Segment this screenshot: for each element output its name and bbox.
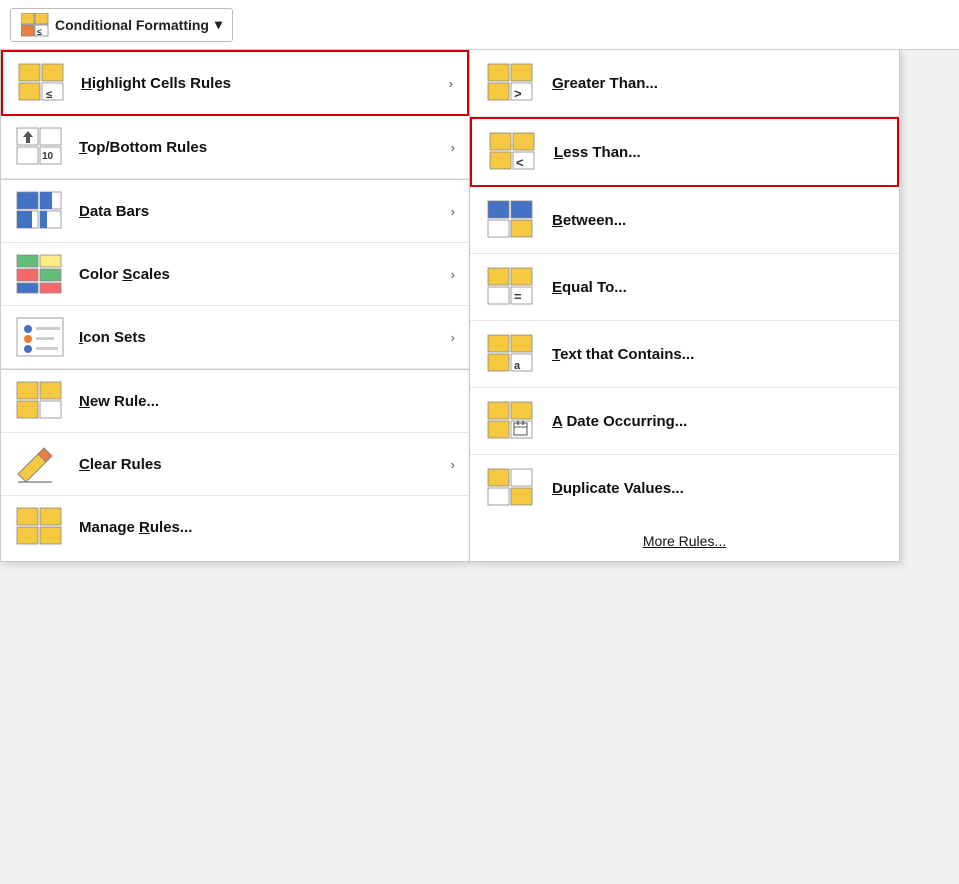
date-occurring-icon xyxy=(486,400,538,442)
left-menu-panel: ≤ Highlight Cells Rules › xyxy=(0,50,470,562)
data-bars-label: Data Bars xyxy=(79,203,149,220)
duplicate-values-icon xyxy=(486,467,538,509)
svg-text:≤: ≤ xyxy=(37,27,42,37)
right-item-between[interactable]: Between... xyxy=(470,187,899,254)
less-than-label: Less Than... xyxy=(554,144,641,161)
cf-dropdown-arrow: ▾ xyxy=(215,16,222,33)
equal-to-icon: = xyxy=(486,266,538,308)
greater-than-label: Greater Than... xyxy=(552,75,658,92)
svg-text:≤: ≤ xyxy=(46,89,52,101)
greater-than-icon: > xyxy=(486,62,538,104)
date-occurring-label: A Date Occurring... xyxy=(552,413,687,430)
clear-rules-label: Clear Rules xyxy=(79,456,162,473)
svg-text:>: > xyxy=(514,86,522,101)
conditional-formatting-icon: ≤ xyxy=(21,13,49,37)
color-scales-icon xyxy=(15,253,67,295)
clear-rules-icon xyxy=(15,443,67,485)
menu-item-manage-rules[interactable]: Manage Rules... xyxy=(1,496,469,558)
color-scales-label: Color Scales xyxy=(79,266,170,283)
color-scales-arrow: › xyxy=(451,267,455,282)
between-label: Between... xyxy=(552,212,626,229)
data-bars-icon xyxy=(15,190,67,232)
clear-rules-arrow: › xyxy=(451,457,455,472)
new-rule-icon xyxy=(15,380,67,422)
highlight-cells-rules-label: Highlight Cells Rules xyxy=(81,75,231,92)
text-contains-icon: a xyxy=(486,333,538,375)
right-item-greater-than[interactable]: > Greater Than... xyxy=(470,50,899,117)
data-bars-arrow: › xyxy=(451,204,455,219)
menu-item-clear-rules[interactable]: Clear Rules › xyxy=(1,433,469,496)
menu-item-data-bars[interactable]: Data Bars › xyxy=(1,180,469,243)
dropdown-container: ≤ Highlight Cells Rules › xyxy=(0,50,900,562)
conditional-formatting-button[interactable]: ≤ Conditional Formatting ▾ xyxy=(10,8,233,42)
svg-text:<: < xyxy=(516,155,524,170)
menu-item-icon-sets[interactable]: Icon Sets › xyxy=(1,306,469,369)
right-item-less-than[interactable]: < Less Than... xyxy=(470,117,899,187)
toolbar: ≤ Conditional Formatting ▾ xyxy=(0,0,959,50)
menu-item-color-scales[interactable]: Color Scales › xyxy=(1,243,469,306)
manage-rules-icon xyxy=(15,506,67,548)
text-contains-label: Text that Contains... xyxy=(552,346,694,363)
top-bottom-rules-label: Top/Bottom Rules xyxy=(79,139,207,156)
menu-item-new-rule[interactable]: New Rule... xyxy=(1,370,469,433)
right-menu-panel: > Greater Than... < Less Than... xyxy=(470,50,900,562)
new-rule-label: New Rule... xyxy=(79,393,159,410)
icon-sets-arrow: › xyxy=(451,330,455,345)
manage-rules-label: Manage Rules... xyxy=(79,519,192,536)
menu-item-top-bottom-rules[interactable]: 10 Top/Bottom Rules › xyxy=(1,116,469,179)
highlight-cells-arrow: › xyxy=(449,76,453,91)
svg-text:a: a xyxy=(514,360,521,372)
menu-item-highlight-cells-rules[interactable]: ≤ Highlight Cells Rules › xyxy=(1,50,469,116)
between-icon xyxy=(486,199,538,241)
icon-sets-label: Icon Sets xyxy=(79,329,146,346)
equal-to-label: Equal To... xyxy=(552,279,627,296)
right-item-duplicate-values[interactable]: Duplicate Values... xyxy=(470,455,899,521)
less-than-icon: < xyxy=(488,131,540,173)
right-item-equal-to[interactable]: = Equal To... xyxy=(470,254,899,321)
duplicate-values-label: Duplicate Values... xyxy=(552,480,684,497)
svg-text:10: 10 xyxy=(42,151,54,162)
highlight-cells-icon: ≤ xyxy=(17,62,69,104)
conditional-formatting-label: Conditional Formatting xyxy=(55,17,209,33)
top-bottom-icon: 10 xyxy=(15,126,67,168)
top-bottom-arrow: › xyxy=(451,140,455,155)
right-item-text-contains[interactable]: a Text that Contains... xyxy=(470,321,899,388)
more-rules-link[interactable]: More Rules... xyxy=(470,521,899,561)
icon-sets-icon xyxy=(15,316,67,358)
right-item-date-occurring[interactable]: A Date Occurring... xyxy=(470,388,899,455)
svg-text:=: = xyxy=(514,289,522,304)
